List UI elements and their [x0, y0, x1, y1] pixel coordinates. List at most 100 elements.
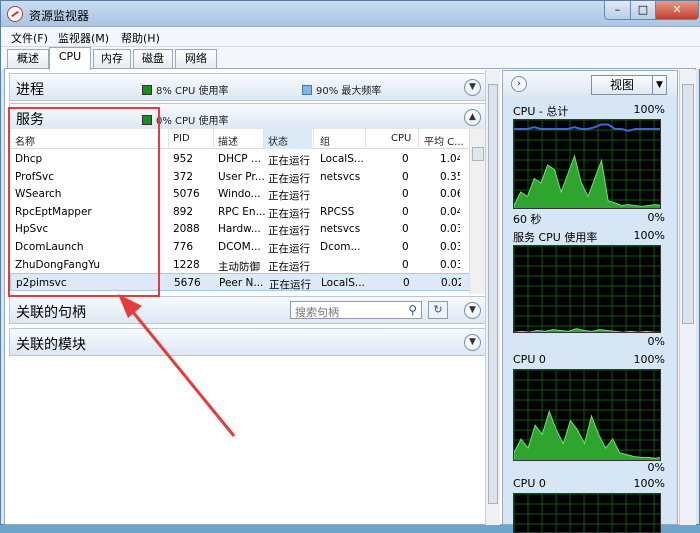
table-cell: 0: [403, 277, 410, 290]
table-cell: 正在运行: [268, 260, 310, 273]
table-cell: 0.03: [440, 258, 460, 271]
maximize-button[interactable]: □: [630, 1, 656, 20]
column-divider[interactable]: [365, 129, 366, 149]
table-cell: 0.35: [440, 170, 460, 183]
tab-bar: 概述 CPU 内存 磁盘 网络: [1, 47, 700, 70]
table-cell: 5076: [173, 188, 200, 201]
table-cell: 0: [402, 153, 409, 165]
table-cell: 2088: [173, 223, 200, 236]
table-cell: 0.03: [440, 241, 460, 253]
cpu-graph-block-4: CPU 0 100%: [503, 477, 677, 533]
table-cell: 1.04: [440, 153, 460, 165]
table-cell: 0: [402, 258, 409, 271]
table-cell: 0: [402, 223, 409, 236]
modules-section-header[interactable]: 关联的模块 ▼: [9, 328, 487, 356]
table-cell: LocalS...: [321, 277, 365, 290]
scrollbar-thumb[interactable]: [682, 84, 694, 324]
table-cell: 0.04: [440, 205, 460, 218]
cpu0-graph-block: CPU 0 100% 0%: [503, 353, 677, 479]
chevron-down-icon[interactable]: ▼: [464, 302, 481, 319]
tab-network[interactable]: 网络: [175, 49, 217, 69]
graph-min: 0%: [647, 335, 665, 348]
handles-search-box[interactable]: 搜索句柄 ⚲: [290, 301, 422, 319]
graph-title: CPU 0: [513, 353, 546, 366]
table-cell: 正在运行: [268, 225, 310, 238]
handles-section-header[interactable]: 关联的句柄 搜索句柄 ⚲ ↻ ▼: [9, 296, 487, 324]
tab-disk[interactable]: 磁盘: [133, 49, 173, 69]
table-cell: 主动防御: [218, 260, 260, 273]
scrollbar-thumb[interactable]: [488, 84, 498, 504]
table-cell: Hardw...: [218, 223, 261, 236]
right-pane-scrollbar[interactable]: [679, 70, 696, 525]
table-cell: RPCSS: [320, 205, 355, 218]
processes-cpu-usage-text: 8% CPU 使用率: [156, 86, 229, 97]
graph-max: 100%: [633, 353, 665, 366]
column-divider[interactable]: [313, 129, 314, 149]
close-button[interactable]: ✕: [655, 1, 699, 20]
table-cell: 372: [173, 170, 194, 183]
col-cpu[interactable]: CPU: [391, 133, 411, 144]
processes-title: 进程: [16, 82, 44, 98]
menu-file[interactable]: 文件(F): [11, 30, 48, 46]
services-cpu-graph-block: 服务 CPU 使用率 100% 0%: [503, 227, 677, 353]
table-cell: Dcom...: [320, 241, 361, 253]
refresh-icon[interactable]: ↻: [428, 301, 448, 319]
tab-memory[interactable]: 内存: [93, 49, 131, 69]
chevron-up-icon[interactable]: ▲: [464, 109, 481, 126]
table-cell: 0: [402, 205, 409, 218]
view-label: 视图: [610, 78, 635, 92]
handles-title: 关联的句柄: [16, 305, 86, 321]
left-pane-scrollbar[interactable]: [485, 70, 500, 525]
chevron-down-icon[interactable]: ▼: [464, 334, 481, 351]
menu-help[interactable]: 帮助(H): [121, 30, 160, 46]
column-divider[interactable]: [263, 129, 264, 149]
modules-title: 关联的模块: [16, 337, 86, 353]
chevron-down-icon[interactable]: ▼: [464, 79, 481, 96]
col-group[interactable]: 组: [320, 133, 330, 148]
column-divider[interactable]: [418, 129, 419, 149]
processes-max-frequency: 90% 最大频率: [302, 82, 381, 97]
column-divider[interactable]: [213, 129, 214, 149]
tab-cpu[interactable]: CPU: [49, 47, 91, 70]
col-pid[interactable]: PID: [173, 133, 190, 144]
graph-time-span: 60 秒: [513, 213, 542, 226]
dropdown-arrow-icon[interactable]: ▼: [652, 76, 666, 94]
column-divider[interactable]: [168, 129, 169, 149]
table-cell: 5676: [174, 277, 201, 290]
table-cell: DCOM...: [218, 241, 261, 253]
table-cell: 1228: [173, 258, 200, 271]
max-frequency-legend-icon: [302, 85, 312, 95]
services-table-scrollbar[interactable]: [469, 129, 486, 294]
cpu-total-graph-block: CPU - 总计 100% 60 秒 0%: [503, 99, 677, 226]
processes-section-header[interactable]: 进程 8% CPU 使用率 90% 最大频率 ▼: [9, 73, 487, 101]
col-status[interactable]: 状态: [268, 133, 288, 148]
cpu-total-graph: [513, 119, 661, 209]
resource-monitor-icon: [7, 6, 23, 22]
graph-max: 100%: [633, 103, 665, 116]
graph-title: 服务 CPU 使用率: [513, 231, 598, 244]
graph-title: CPU 0: [513, 477, 546, 490]
table-cell: RPC En...: [218, 205, 266, 218]
tab-overview[interactable]: 概述: [7, 49, 49, 69]
scrollbar-thumb[interactable]: [472, 147, 484, 161]
graph-min: 0%: [647, 461, 665, 474]
services-cpu-usage-text: 0% CPU 使用率: [156, 116, 229, 127]
col-description[interactable]: 描述: [218, 133, 238, 148]
table-cell: 正在运行: [269, 279, 311, 292]
highlight-annotation-box: [8, 107, 160, 297]
col-average-cpu[interactable]: 平均 C...: [424, 133, 464, 148]
menu-monitor[interactable]: 监视器(M): [58, 30, 109, 46]
table-cell: 正在运行: [268, 155, 310, 167]
table-cell: User Pr...: [218, 170, 265, 183]
cpu0-graph: [513, 369, 661, 461]
processes-max-frequency-text: 90% 最大频率: [316, 86, 382, 97]
services-cpu-graph: [513, 245, 661, 333]
table-cell: 正在运行: [268, 172, 310, 185]
minimize-button[interactable]: –: [604, 1, 631, 20]
table-cell: 0.06: [440, 188, 460, 201]
graph-title: CPU - 总计: [513, 105, 569, 118]
chevron-right-icon[interactable]: ›: [511, 76, 527, 92]
table-cell: 776: [173, 241, 194, 253]
view-button[interactable]: 视图 ▼: [591, 75, 667, 95]
search-icon[interactable]: ⚲: [408, 303, 417, 317]
